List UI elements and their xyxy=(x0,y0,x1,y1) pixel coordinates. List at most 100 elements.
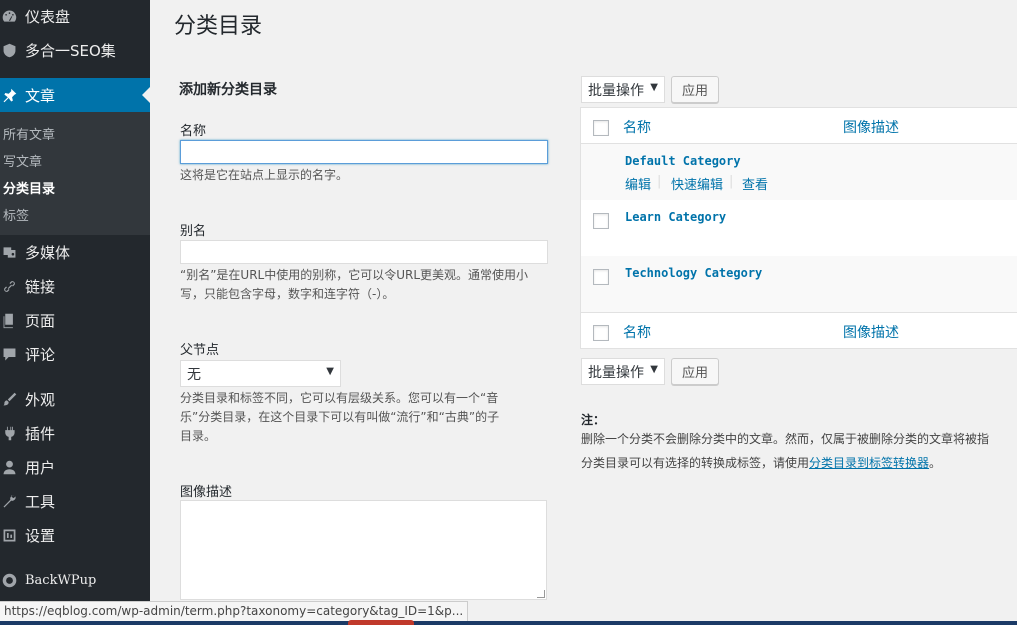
apply-button-bottom[interactable]: 应用 xyxy=(671,358,719,385)
menu-tools[interactable]: 工具 xyxy=(0,484,150,518)
menu-backwpup-label: BackWPup xyxy=(25,572,97,588)
note-suffix: 。 xyxy=(929,456,942,470)
table-row: Learn Category xyxy=(580,200,1017,256)
add-category-heading: 添加新分类目录 xyxy=(179,82,277,98)
menu-settings[interactable]: 设置 xyxy=(0,518,150,552)
column-image-desc[interactable]: 图像描述 xyxy=(843,117,899,137)
select-all-checkbox[interactable] xyxy=(593,120,609,136)
note-heading: 注： xyxy=(581,413,606,427)
menu-plugins[interactable]: 插件 xyxy=(0,416,150,450)
converter-link[interactable]: 分类目录到标签转换器 xyxy=(809,456,929,470)
parent-help-line-3: 目录。 xyxy=(180,429,217,443)
submenu-new-post[interactable]: 写文章 xyxy=(3,151,42,170)
shield-icon xyxy=(0,41,18,59)
parent-help-line-1: 分类目录和标签不同，它可以有层级关系。您可以有一个“音 xyxy=(180,391,499,405)
name-label: 名称 xyxy=(180,124,207,139)
menu-pages-label: 页面 xyxy=(25,311,56,330)
parent-label: 父节点 xyxy=(180,343,220,358)
bulk-actions-select-top[interactable]: 批量操作 ▼ xyxy=(581,76,665,103)
menu-posts[interactable]: 文章 xyxy=(0,78,150,112)
category-name[interactable]: Default Category xyxy=(625,154,741,168)
apply-button-top[interactable]: 应用 xyxy=(671,76,719,103)
select-all-checkbox[interactable] xyxy=(593,325,609,341)
media-icon xyxy=(0,243,18,261)
dashboard-icon xyxy=(0,7,18,25)
backwpup-icon xyxy=(0,571,18,589)
slug-label: 别名 xyxy=(180,224,207,239)
user-icon xyxy=(0,458,18,476)
menu-posts-label: 文章 xyxy=(25,86,56,105)
row-checkbox[interactable] xyxy=(593,213,609,229)
menu-users-label: 用户 xyxy=(25,458,56,477)
parent-help-line-2: 乐”分类目录，在这个目录下可以有叫做“流行”和“古典”的子 xyxy=(180,410,500,424)
bottom-edge xyxy=(0,621,1017,625)
note-text: 分类目录可以有选择的转换成标签，请使用 xyxy=(581,456,810,470)
name-input[interactable] xyxy=(180,140,548,164)
pin-icon xyxy=(0,86,18,104)
slug-help-line-1: “别名”是在URL中使用的别称，它可以令URL更美观。通常使用小 xyxy=(180,268,529,282)
menu-media-label: 多媒体 xyxy=(25,243,71,262)
menu-backwpup[interactable]: BackWPup xyxy=(0,563,150,597)
category-name[interactable]: Learn Category xyxy=(625,210,726,224)
menu-links-label: 链接 xyxy=(25,277,56,296)
column-name[interactable]: 名称 xyxy=(623,322,651,342)
menu-comments-label: 评论 xyxy=(25,345,56,364)
table-row: Default Category 编辑 | 快速编辑 | 查看 xyxy=(580,144,1017,200)
bulk-actions-value: 批量操作 xyxy=(588,83,644,99)
submenu-categories[interactable]: 分类目录 xyxy=(3,178,55,197)
slug-help-line-2: 写，只能包含字母，数字和连字符（-）。 xyxy=(180,287,395,301)
submenu-all-posts[interactable]: 所有文章 xyxy=(3,124,55,143)
browser-status-bar: https://eqblog.com/wp-admin/term.php?tax… xyxy=(0,601,469,621)
table-row: Technology Category xyxy=(580,256,1017,312)
divider: | xyxy=(729,174,734,189)
chevron-down-icon: ▼ xyxy=(326,366,334,377)
chevron-down-icon: ▼ xyxy=(650,82,658,93)
image-desc-label: 图像描述 xyxy=(180,485,233,500)
settings-icon xyxy=(0,526,18,544)
link-icon xyxy=(0,277,18,295)
menu-seo-label: 多合一SEO集 xyxy=(25,41,116,60)
menu-media[interactable]: 多媒体 xyxy=(0,235,150,269)
note-line-2: 分类目录可以有选择的转换成标签，请使用分类目录到标签转换器。 xyxy=(581,454,941,471)
wrench-icon xyxy=(0,492,18,510)
submenu-tags[interactable]: 标签 xyxy=(3,205,29,224)
resize-grip-icon[interactable] xyxy=(537,590,545,598)
bulk-actions-value: 批量操作 xyxy=(588,365,644,381)
menu-dashboard-label: 仪表盘 xyxy=(25,7,71,26)
table-header: 名称 图像描述 xyxy=(580,107,1017,144)
image-desc-textarea[interactable] xyxy=(180,500,547,600)
page-title: 分类目录 xyxy=(174,14,263,39)
menu-users[interactable]: 用户 xyxy=(0,450,150,484)
note-line-1: 删除一个分类不会删除分类中的文章。然而，仅属于被删除分类的文章将被指 xyxy=(581,432,990,446)
menu-tools-label: 工具 xyxy=(25,492,56,511)
divider: | xyxy=(657,174,662,189)
column-image-desc[interactable]: 图像描述 xyxy=(843,322,899,342)
menu-pages[interactable]: 页面 xyxy=(0,303,150,337)
edit-link[interactable]: 编辑 xyxy=(625,174,651,193)
comment-icon xyxy=(0,345,18,363)
menu-comments[interactable]: 评论 xyxy=(0,337,150,371)
category-name[interactable]: Technology Category xyxy=(625,266,762,280)
menu-plugins-label: 插件 xyxy=(25,424,56,443)
pages-icon xyxy=(0,311,18,329)
menu-dashboard[interactable]: 仪表盘 xyxy=(0,0,150,32)
menu-appearance-label: 外观 xyxy=(25,390,56,409)
admin-sidebar: 仪表盘 多合一SEO集 文章 所有文章 写文章 分类目录 标签 多媒体 链接 页… xyxy=(0,0,150,625)
posts-submenu: 所有文章 写文章 分类目录 标签 xyxy=(0,112,150,235)
menu-seo[interactable]: 多合一SEO集 xyxy=(0,33,150,67)
name-help: 这将是它在站点上显示的名字。 xyxy=(180,168,349,182)
parent-select[interactable]: 无 ▼ xyxy=(180,360,341,387)
row-checkbox[interactable] xyxy=(593,269,609,285)
plug-icon xyxy=(0,424,18,442)
brush-icon xyxy=(0,390,18,408)
menu-appearance[interactable]: 外观 xyxy=(0,382,150,416)
view-link[interactable]: 查看 xyxy=(742,174,768,193)
bulk-actions-select-bottom[interactable]: 批量操作 ▼ xyxy=(581,358,665,385)
bottom-indicator xyxy=(348,620,414,625)
quick-edit-link[interactable]: 快速编辑 xyxy=(671,174,723,193)
menu-links[interactable]: 链接 xyxy=(0,269,150,303)
chevron-down-icon: ▼ xyxy=(650,364,658,375)
column-name[interactable]: 名称 xyxy=(623,117,651,137)
table-footer: 名称 图像描述 xyxy=(580,312,1017,349)
slug-input[interactable] xyxy=(180,240,548,264)
